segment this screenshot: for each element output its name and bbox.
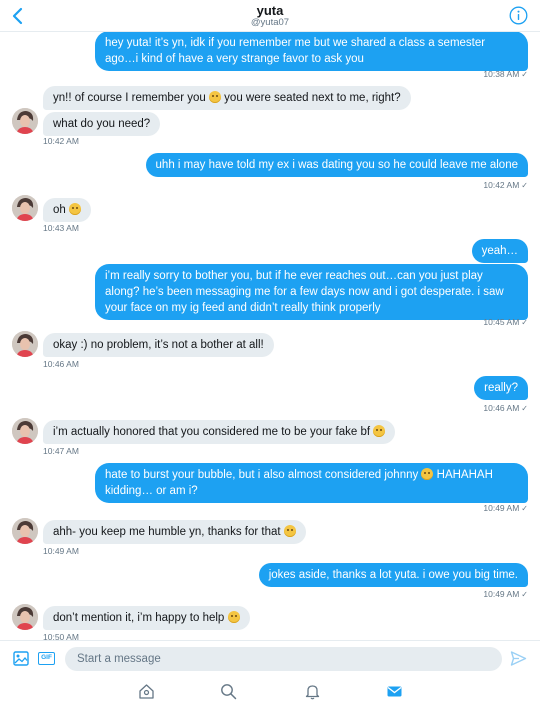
incoming-message[interactable]: yn!! of course I remember you you were s… xyxy=(43,86,411,110)
message-timestamp: 10:42 AM ✓ xyxy=(483,180,528,190)
message-timestamp: 10:50 AM xyxy=(43,632,79,640)
image-icon xyxy=(13,651,29,666)
info-button[interactable] xyxy=(509,6,528,25)
incoming-message[interactable]: oh xyxy=(43,198,91,222)
read-check-icon: ✓ xyxy=(521,590,528,599)
message-timestamp: 10:43 AM xyxy=(43,223,79,233)
contact-name[interactable]: yuta xyxy=(0,3,540,18)
message-timestamp: 10:46 AM xyxy=(43,359,79,369)
grimacing-face-emoji xyxy=(283,525,296,537)
message-timestamp: 10:46 AM ✓ xyxy=(483,403,528,413)
message-timestamp: 10:38 AM ✓ xyxy=(483,69,528,79)
read-check-icon: ✓ xyxy=(521,404,528,413)
conversation-header: yuta @yuta07 xyxy=(0,0,540,32)
message-timestamp: 10:47 AM xyxy=(43,446,79,456)
home-icon xyxy=(139,684,154,699)
message-input[interactable] xyxy=(65,647,502,671)
contact-handle[interactable]: @yuta07 xyxy=(0,17,540,28)
message-composer: GIF xyxy=(0,640,540,676)
outgoing-message[interactable]: hate to burst your bubble, but i also al… xyxy=(95,463,528,503)
avatar[interactable] xyxy=(12,518,38,544)
outgoing-message[interactable]: jokes aside, thanks a lot yuta. i owe yo… xyxy=(258,563,528,587)
outgoing-message[interactable]: hey yuta! it’s yn, idk if you remember m… xyxy=(95,32,528,71)
message-timestamp: 10:49 AM ✓ xyxy=(483,503,528,513)
read-check-icon: ✓ xyxy=(521,504,528,513)
message-timestamp: 10:42 AM xyxy=(43,136,79,146)
message-timestamp: 10:49 AM xyxy=(43,546,79,556)
avatar[interactable] xyxy=(12,331,38,357)
read-check-icon: ✓ xyxy=(521,181,528,190)
winking-face-emoji xyxy=(373,425,386,437)
avatar[interactable] xyxy=(12,418,38,444)
relieved-face-emoji xyxy=(208,91,221,103)
bottom-tab-bar xyxy=(0,676,540,708)
flushed-face-emoji xyxy=(69,203,81,215)
outgoing-message[interactable]: yeah… xyxy=(471,239,528,263)
send-button[interactable] xyxy=(510,650,527,667)
gif-button[interactable]: GIF xyxy=(38,652,55,665)
incoming-message[interactable]: what do you need? xyxy=(43,112,161,136)
messages-icon xyxy=(387,686,402,697)
tab-notifications[interactable] xyxy=(303,682,322,701)
avatar[interactable] xyxy=(12,108,38,134)
incoming-message[interactable]: don’t mention it, i’m happy to help xyxy=(43,606,250,630)
read-check-icon: ✓ xyxy=(521,318,528,327)
outgoing-message[interactable]: uhh i may have told my ex i was dating y… xyxy=(145,153,528,177)
tab-messages[interactable] xyxy=(385,682,404,701)
gif-icon: GIF xyxy=(41,654,52,661)
tab-search[interactable] xyxy=(219,682,238,701)
search-icon xyxy=(221,684,237,700)
incoming-message[interactable]: ahh- you keep me humble yn, thanks for t… xyxy=(43,520,306,544)
read-check-icon: ✓ xyxy=(521,70,528,79)
tab-home[interactable] xyxy=(137,682,156,701)
info-icon xyxy=(509,6,528,25)
message-timestamp: 10:49 AM ✓ xyxy=(483,589,528,599)
outgoing-message[interactable]: i’m really sorry to bother you, but if h… xyxy=(95,264,528,320)
incoming-message[interactable]: i’m actually honored that you considered… xyxy=(43,420,396,444)
message-timestamp: 10:45 AM ✓ xyxy=(483,317,528,327)
outgoing-message[interactable]: really? xyxy=(474,376,528,400)
avatar[interactable] xyxy=(12,604,38,630)
add-media-button[interactable] xyxy=(13,651,29,666)
incoming-message[interactable]: okay :) no problem, it’s not a bother at… xyxy=(43,333,274,357)
notifications-icon xyxy=(305,685,320,700)
relieved-face-emoji xyxy=(227,611,240,623)
avatar[interactable] xyxy=(12,195,38,221)
message-list[interactable]: hey yuta! it’s yn, idk if you remember m… xyxy=(0,32,540,640)
send-icon xyxy=(510,651,527,666)
grinning-sweat-emoji xyxy=(421,468,434,480)
